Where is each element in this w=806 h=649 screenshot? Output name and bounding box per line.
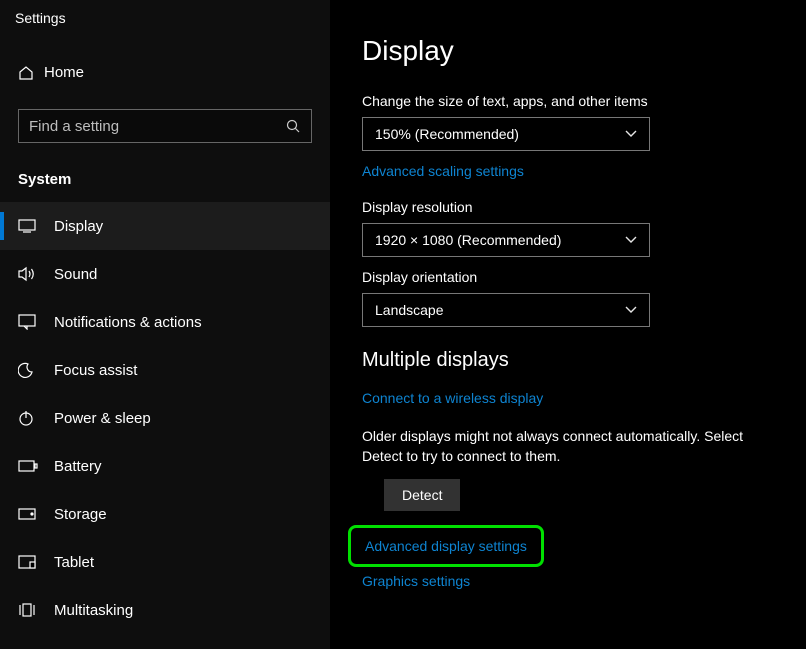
focus-assist-icon: [18, 362, 54, 378]
nav-item-label: Display: [54, 218, 103, 235]
sound-icon: [18, 266, 54, 282]
graphics-settings-link[interactable]: Graphics settings: [362, 573, 470, 589]
detect-note: Older displays might not always connect …: [362, 426, 782, 467]
storage-icon: [18, 508, 54, 520]
wireless-display-link[interactable]: Connect to a wireless display: [362, 390, 543, 406]
search-box[interactable]: [18, 109, 312, 143]
highlight-annotation: Advanced display settings: [348, 525, 544, 567]
search-input[interactable]: [29, 118, 286, 135]
battery-icon: [18, 460, 54, 472]
nav-item-multitasking[interactable]: Multitasking: [0, 586, 330, 634]
tablet-icon: [18, 555, 54, 569]
nav-item-power-sleep[interactable]: Power & sleep: [0, 394, 330, 442]
resolution-value: 1920 × 1080 (Recommended): [375, 232, 561, 248]
nav-item-label: Sound: [54, 266, 97, 283]
nav-item-label: Focus assist: [54, 362, 137, 379]
nav-item-label: Storage: [54, 506, 107, 523]
resolution-dropdown[interactable]: 1920 × 1080 (Recommended): [362, 223, 650, 257]
scale-dropdown[interactable]: 150% (Recommended): [362, 117, 650, 151]
orientation-label: Display orientation: [362, 269, 786, 285]
nav-item-label: Tablet: [54, 554, 94, 571]
multiple-displays-heading: Multiple displays: [362, 349, 786, 372]
resolution-label: Display resolution: [362, 199, 786, 215]
chevron-down-icon: [625, 306, 637, 314]
section-header: System: [0, 163, 330, 202]
search-wrap: [18, 109, 312, 143]
window-title: Settings: [0, 10, 330, 54]
notifications-icon: [18, 314, 54, 330]
chevron-down-icon: [625, 236, 637, 244]
nav-item-sound[interactable]: Sound: [0, 250, 330, 298]
display-icon: [18, 219, 54, 233]
search-icon: [286, 119, 301, 134]
nav-item-tablet[interactable]: Tablet: [0, 538, 330, 586]
nav-item-notifications[interactable]: Notifications & actions: [0, 298, 330, 346]
nav-home[interactable]: Home: [0, 54, 330, 91]
detect-button[interactable]: Detect: [384, 479, 460, 511]
nav-item-storage[interactable]: Storage: [0, 490, 330, 538]
nav-item-label: Multitasking: [54, 602, 133, 619]
nav-item-focus-assist[interactable]: Focus assist: [0, 346, 330, 394]
orientation-dropdown[interactable]: Landscape: [362, 293, 650, 327]
home-icon: [18, 65, 44, 81]
nav-home-label: Home: [44, 64, 84, 81]
nav-item-battery[interactable]: Battery: [0, 442, 330, 490]
advanced-scaling-link[interactable]: Advanced scaling settings: [362, 163, 524, 179]
multitasking-icon: [18, 603, 54, 617]
nav-item-label: Notifications & actions: [54, 314, 202, 331]
scale-label: Change the size of text, apps, and other…: [362, 93, 786, 109]
nav-item-label: Battery: [54, 458, 102, 475]
orientation-value: Landscape: [375, 302, 444, 318]
page-title: Display: [362, 35, 786, 67]
scale-value: 150% (Recommended): [375, 126, 519, 142]
advanced-display-settings-link[interactable]: Advanced display settings: [365, 538, 527, 554]
nav-item-display[interactable]: Display: [0, 202, 330, 250]
power-icon: [18, 410, 54, 426]
chevron-down-icon: [625, 130, 637, 138]
main-content: Display Change the size of text, apps, a…: [330, 0, 806, 649]
left-pane: Settings Home System Display: [0, 0, 330, 649]
nav-item-label: Power & sleep: [54, 410, 151, 427]
